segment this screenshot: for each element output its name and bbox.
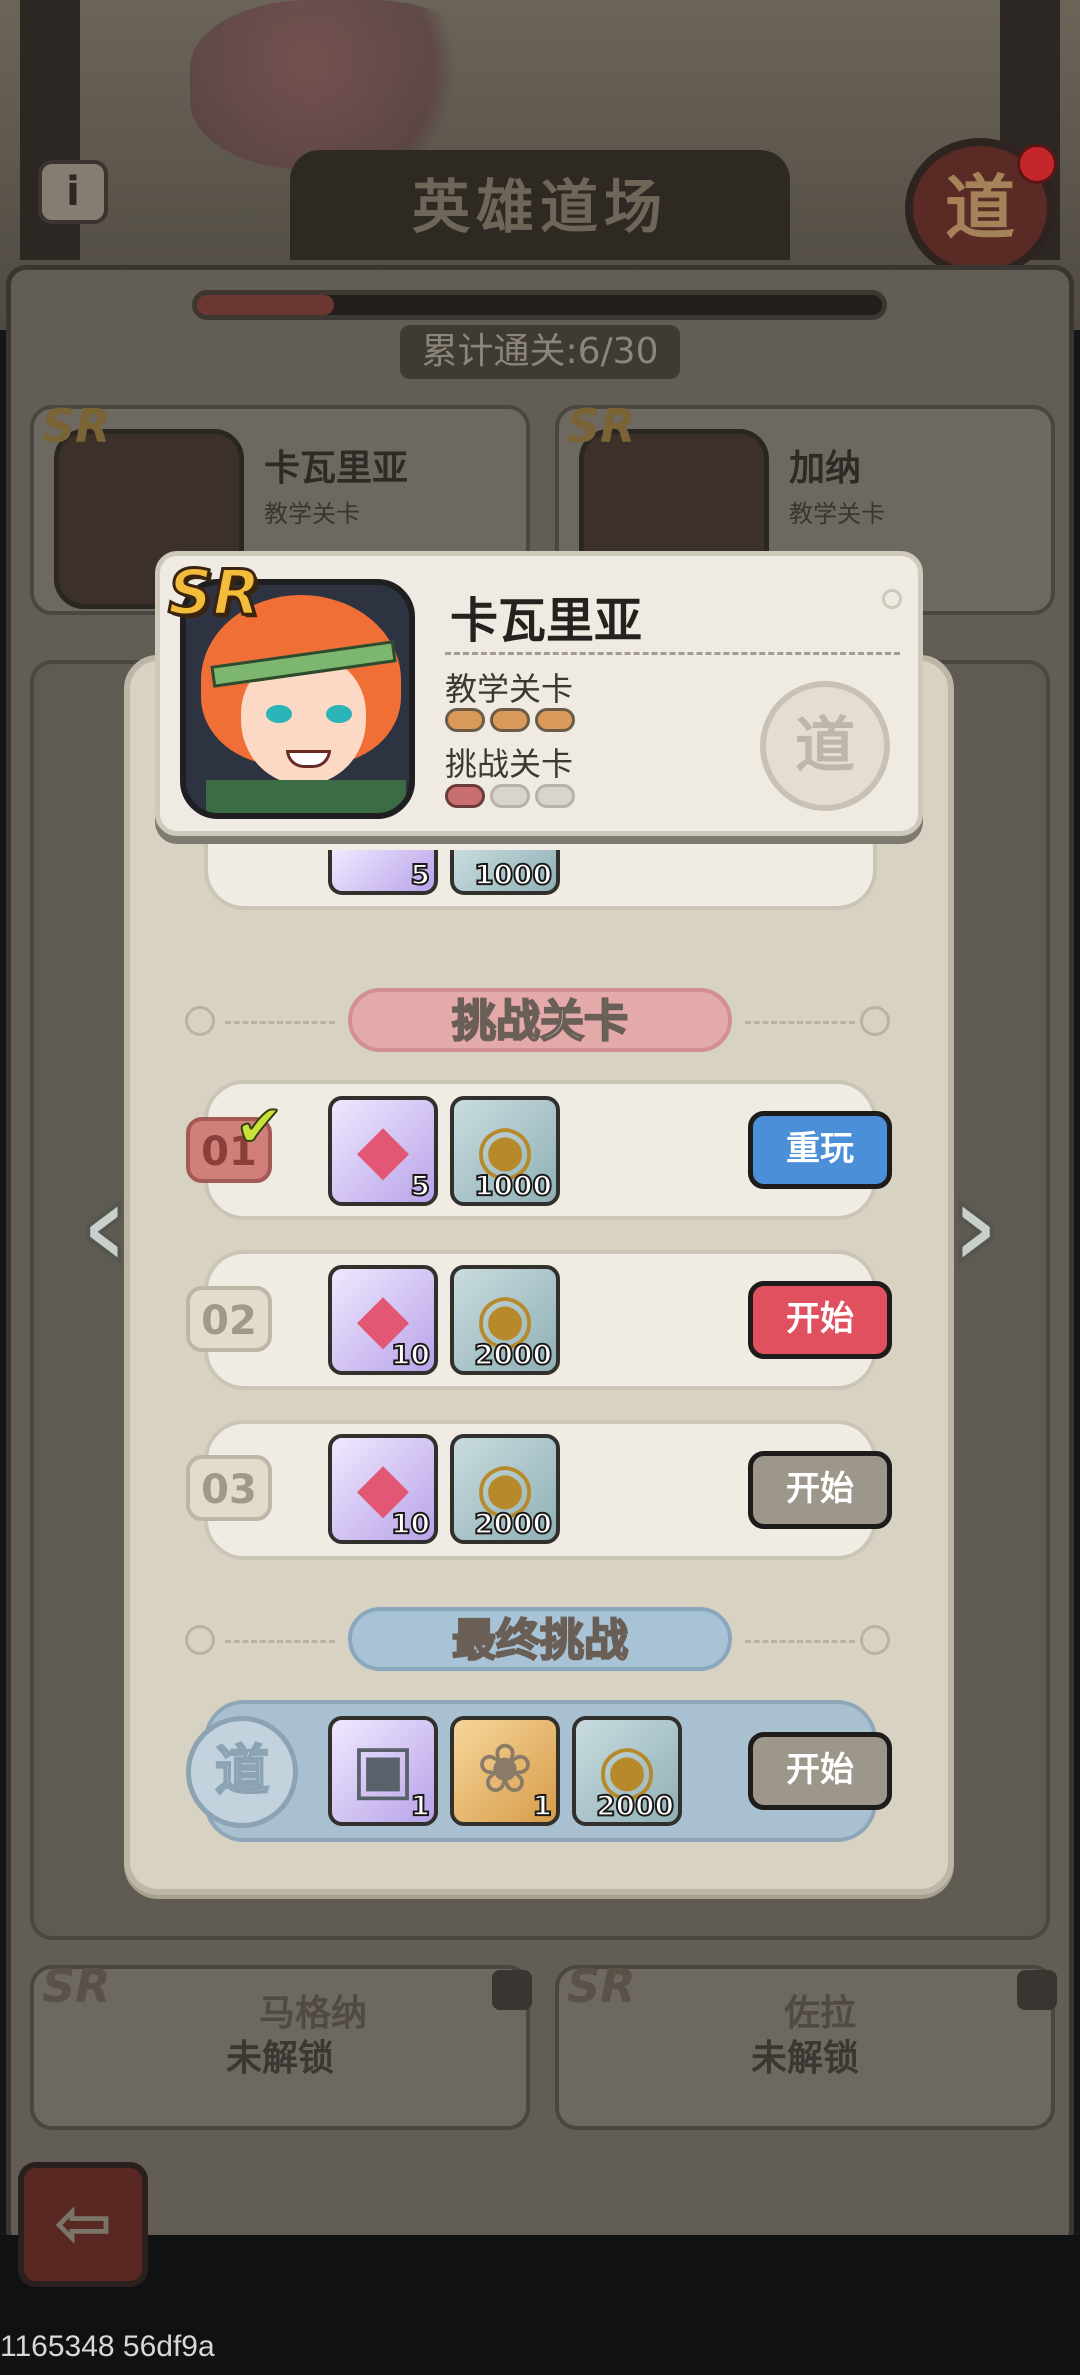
- gem-reward: ◆ 10: [328, 1265, 438, 1375]
- coin-reward: ◉ 1000: [450, 1096, 560, 1206]
- locked-hero-card[interactable]: SR 马格纳 未解锁: [30, 1959, 530, 2130]
- divider-ornament: [860, 1006, 890, 1036]
- rarity-badge: SR: [42, 399, 111, 453]
- hero-name: 卡瓦里亚: [264, 448, 409, 489]
- portrait-eye: [266, 705, 292, 723]
- divider-line: [225, 1021, 335, 1024]
- pin-icon: [882, 589, 902, 609]
- rarity-badge: SR: [567, 399, 636, 453]
- coin-reward: ◉ 2000: [572, 1716, 682, 1826]
- lock-icon: [1017, 1970, 1057, 2010]
- level-number: 03: [186, 1455, 272, 1521]
- progress-pip-filled: [445, 784, 485, 808]
- gem-count: 10: [390, 1506, 431, 1540]
- key-count: 1: [531, 1788, 553, 1822]
- gem-reward: ◆ 5: [328, 1096, 438, 1206]
- dojo-seal-icon: 道: [186, 1716, 298, 1828]
- progress-pip-empty: [490, 784, 530, 808]
- gem-reward: ◆ 10: [328, 1434, 438, 1544]
- coin-reward: 1000: [450, 850, 560, 895]
- hero-divider: [445, 652, 900, 655]
- progress-pip-empty: [535, 784, 575, 808]
- coin-count: 2000: [595, 1788, 675, 1822]
- coin-count: 2000: [473, 1337, 553, 1371]
- level-number: 02: [186, 1286, 272, 1352]
- progress-pip-filled: [445, 708, 485, 732]
- helmet-count: 1: [409, 1788, 431, 1822]
- final-start-button[interactable]: 开始: [748, 1732, 892, 1810]
- back-button[interactable]: ⇦: [18, 2162, 148, 2287]
- hero-name: 卡瓦里亚: [450, 593, 643, 649]
- locked-label: 未解锁: [225, 2038, 334, 2079]
- gem-count: 5: [409, 857, 431, 891]
- start-button[interactable]: 开始: [748, 1281, 892, 1359]
- portrait-eye: [326, 705, 352, 723]
- coin-reward: ◉ 2000: [450, 1265, 560, 1375]
- locked-hero-card[interactable]: SR 佐拉 未解锁: [555, 1959, 1055, 2130]
- info-icon[interactable]: i: [38, 160, 108, 224]
- total-progress-fill: [197, 295, 334, 315]
- divider-line: [225, 1640, 335, 1643]
- hero-tutorial-label: 教学关卡: [789, 500, 885, 528]
- coin-count: 1000: [473, 1168, 553, 1202]
- helmet-reward: ▣ 1: [328, 1716, 438, 1826]
- progress-pip-filled: [490, 708, 530, 732]
- challenge-label: 挑战关卡: [445, 745, 574, 783]
- coin-count: 2000: [473, 1506, 553, 1540]
- tutorial-label: 教学关卡: [445, 670, 574, 708]
- start-button[interactable]: 开始: [748, 1451, 892, 1529]
- rarity-badge: SR: [42, 1959, 111, 2013]
- total-progress-bar: [192, 290, 887, 320]
- hero-name: 加纳: [789, 448, 862, 489]
- total-progress-text: 累计通关:6/30: [400, 325, 680, 379]
- final-section-header: 最终挑战: [348, 1607, 732, 1671]
- portrait-body: [206, 780, 406, 813]
- gem-reward: 5: [328, 850, 438, 895]
- divider-ornament: [860, 1625, 890, 1655]
- rarity-badge: SR: [567, 1959, 636, 2013]
- check-icon: ✔: [234, 1091, 285, 1161]
- replay-button[interactable]: 重玩: [748, 1111, 892, 1189]
- challenge-section-header: 挑战关卡: [348, 988, 732, 1052]
- notification-dot: [1017, 144, 1057, 184]
- coin-reward: ◉ 2000: [450, 1434, 560, 1544]
- page-title: 英雄道场: [411, 173, 668, 241]
- gem-count: 10: [390, 1337, 431, 1371]
- divider-ornament: [185, 1006, 215, 1036]
- lock-icon: [492, 1970, 532, 2010]
- key-reward: ❀ 1: [450, 1716, 560, 1826]
- rarity-badge: SR: [166, 555, 261, 631]
- tutorial-progress-pips: [445, 708, 575, 732]
- challenge-progress-pips: [445, 784, 575, 808]
- background-tree: [190, 0, 490, 170]
- coin-count: 1000: [473, 857, 553, 891]
- locked-label: 未解锁: [750, 2038, 859, 2079]
- progress-pip-filled: [535, 708, 575, 732]
- dojo-seal-icon: 道: [760, 681, 890, 811]
- gem-count: 5: [409, 1168, 431, 1202]
- divider-ornament: [185, 1625, 215, 1655]
- hero-header-card: SR 卡瓦里亚 教学关卡 挑战关卡 道: [155, 551, 923, 836]
- watermark-text: 1165348 56df9a: [0, 2330, 215, 2363]
- hero-tutorial-label: 教学关卡: [264, 500, 360, 528]
- divider-line: [745, 1021, 855, 1024]
- divider-line: [745, 1640, 855, 1643]
- back-arrow-icon: ⇦: [53, 2182, 113, 2264]
